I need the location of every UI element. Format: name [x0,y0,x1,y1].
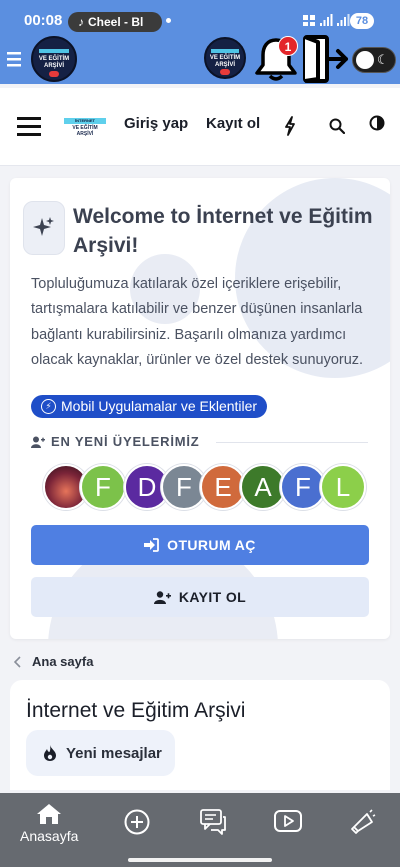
battery-indicator: 78 [350,13,374,29]
register-link[interactable]: Kayıt ol [206,115,260,132]
tab-home-label: Anasayfa [20,828,79,844]
tab-home[interactable]: Anasayfa [20,803,78,844]
mobile-apps-label: Mobil Uygulamalar ve Eklentiler [61,398,258,414]
welcome-description: Topluluğumuza katılarak özel içeriklere … [31,276,364,368]
logo-small-stripe [211,49,239,53]
site-logo-small[interactable]: VE EĞİTİM ARŞİVİ [204,37,246,79]
newest-members-label: EN YENİ ÜYELERİMİZ [51,434,200,449]
register-button-label: KAYIT OL [178,589,247,605]
user-plus-icon [153,590,171,604]
home-indicator [128,858,272,862]
notification-dot [166,18,171,23]
logo-small-text: VE EĞİTİM ARŞİVİ [209,55,241,68]
breadcrumb[interactable]: Ana sayfa [14,654,93,669]
signal-icon [320,14,333,26]
now-playing-pill[interactable]: ♪ Cheel - Bl [68,12,162,32]
brand-top-band: İNTERNET [64,118,106,124]
tab-create[interactable] [124,809,150,835]
notification-badge: 1 [278,36,298,56]
welcome-card: Welcome to İnternet ve Eğitim Arşivi! To… [10,178,390,639]
tab-conversations[interactable] [200,809,226,835]
new-posts-label: Yeni mesajlar [66,744,162,762]
bolt-circle-icon: ⚡ [41,399,56,414]
fire-icon [44,745,56,761]
exit-icon[interactable] [302,34,350,84]
home-icon [37,804,61,824]
forum-header-card: İnternet ve Eğitim Arşivi Yeni mesajlar [10,680,390,790]
dark-mode-toggle[interactable]: ☾ [352,47,396,73]
logo-dot [49,71,59,77]
logo-text: VE EĞİTİM ARŞİVİ [38,56,70,69]
plus-circle-icon [124,809,150,835]
search-icon[interactable] [329,118,345,134]
divider [216,442,368,443]
page-title: İnternet ve Eğitim Arşivi [26,699,246,722]
sign-in-icon [144,538,160,552]
toggle-knob [356,51,374,69]
status-bar: 00:08 ♪ Cheel - Bl 78 [0,0,400,38]
mobile-apps-link[interactable]: ⚡ Mobil Uygulamalar ve Eklentiler [31,395,268,418]
newest-members-header: EN YENİ ÜYELERİMİZ [31,434,200,449]
login-button-label: OTURUM AÇ [167,537,256,553]
sparkle-icon [23,201,65,255]
signal-icon-2 [337,14,350,26]
logo-small-dot [220,69,230,75]
youtube-icon [274,810,302,832]
site-brand-logo[interactable]: İNTERNET VE EĞİTİM ARŞİVİ [64,118,106,140]
status-time: 00:08 [24,12,63,29]
hamburger-menu-icon[interactable] [17,116,41,136]
moon-icon: ☾ [377,52,389,67]
status-icons [302,14,350,27]
site-header: İNTERNET VE EĞİTİM ARŞİVİ Giriş yap Kayıt… [0,88,400,166]
tab-announcements[interactable] [350,809,376,835]
user-plus-icon [31,436,45,448]
register-button[interactable]: KAYIT OL [31,577,369,617]
music-note-icon: ♪ [78,15,84,29]
login-link[interactable]: Giriş yap [124,115,188,132]
new-posts-button[interactable]: Yeni mesajlar [26,730,175,776]
welcome-title: Welcome to İnternet ve Eğitim Arşivi! [73,205,373,257]
site-logo-button[interactable]: VE EĞİTİM ARŞİVİ [31,36,77,82]
now-playing-text: Cheel - Bl [88,15,144,29]
network-icon [303,15,315,26]
tab-videos[interactable] [274,810,302,832]
breadcrumb-home: Ana sayfa [32,654,94,669]
member-avatar[interactable]: L [320,464,366,510]
logo-stripe [39,49,69,53]
app-menu-icon[interactable] [6,50,22,68]
brand-text: VE EĞİTİM ARŞİVİ [72,125,98,137]
contrast-icon[interactable] [369,115,385,131]
chat-icon [200,809,226,835]
bottom-tab-bar: Anasayfa [0,793,400,867]
member-avatar[interactable]: F [80,464,126,510]
megaphone-icon [351,809,376,834]
chevron-left-icon [14,655,21,668]
bolt-icon[interactable] [284,116,296,136]
login-button[interactable]: OTURUM AÇ [31,525,369,565]
